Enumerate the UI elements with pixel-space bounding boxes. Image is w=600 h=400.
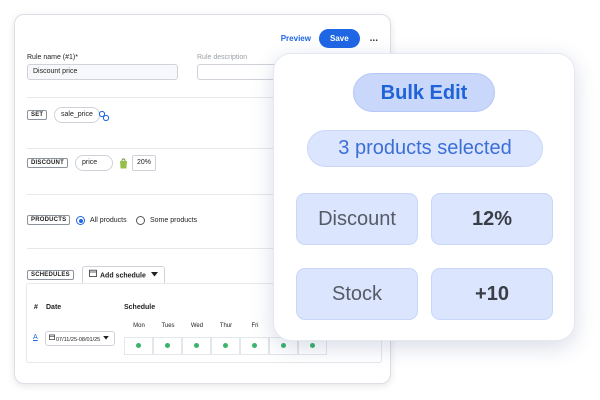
calendar-icon — [49, 332, 55, 347]
bulk-edit-panel: Bulk Edit 3 products selected Discount 1… — [273, 53, 575, 341]
schedule-active-dot — [136, 343, 141, 348]
save-button[interactable]: Save — [318, 29, 360, 48]
bulk-edit-title: Bulk Edit — [353, 73, 495, 112]
selected-count-badge: 3 products selected — [307, 130, 543, 167]
set-field-select[interactable]: sale_price — [54, 107, 100, 123]
set-tag: SET — [27, 110, 48, 120]
schedule-row-letter[interactable]: A — [33, 334, 38, 341]
sync-icon[interactable] — [98, 109, 110, 127]
date-range-value: 07/11/25-08/01/25 — [56, 336, 101, 343]
rule-name-input[interactable]: Discount price — [27, 64, 178, 80]
add-schedule-label: Add schedule — [100, 272, 146, 280]
discount-label-cell: Discount — [296, 193, 418, 245]
discount-field-select[interactable]: price — [75, 155, 113, 171]
products-tag: PRODUCTS — [27, 215, 71, 225]
discount-value-input[interactable]: 20% — [132, 155, 157, 171]
some-products-radio[interactable] — [136, 216, 145, 225]
column-number-header: # — [34, 304, 38, 311]
discount-value-cell[interactable]: 12% — [431, 193, 553, 245]
stock-label-cell: Stock — [296, 268, 418, 320]
discount-tag: DISCOUNT — [27, 158, 68, 168]
all-products-label: All products — [90, 217, 127, 224]
schedule-active-dot — [252, 343, 257, 348]
schedule-active-dot — [310, 343, 315, 348]
top-actions: Preview Save ... — [281, 29, 378, 48]
day-label: Mon — [133, 323, 145, 329]
day-label: Thur — [219, 323, 233, 329]
date-range-select[interactable]: 07/11/25-08/01/25 — [45, 331, 115, 346]
rule-name-label: Rule name (#1)* — [27, 54, 78, 61]
all-products-radio[interactable] — [76, 216, 85, 225]
schedules-tag: SCHEDULES — [27, 270, 74, 280]
caret-down-icon — [150, 267, 158, 284]
column-date-header: Date — [46, 304, 62, 311]
rule-description-label: Rule description — [197, 54, 248, 61]
day-label: Wed — [190, 323, 204, 329]
day-label: Fri — [251, 323, 259, 329]
schedule-active-dot — [281, 343, 286, 348]
preview-button[interactable]: Preview — [281, 34, 311, 43]
some-products-label: Some products — [150, 217, 198, 224]
stock-value-cell[interactable]: +10 — [431, 268, 553, 320]
shopify-bag-icon — [119, 156, 128, 174]
day-label: Tues — [161, 323, 175, 329]
calendar-icon — [89, 267, 97, 284]
caret-down-icon — [102, 332, 109, 347]
schedule-active-dot — [165, 343, 170, 348]
column-schedule-header: Schedule — [124, 304, 156, 311]
schedule-active-dot — [194, 343, 199, 348]
schedule-active-dot — [223, 343, 228, 348]
more-options-button[interactable]: ... — [370, 33, 378, 44]
